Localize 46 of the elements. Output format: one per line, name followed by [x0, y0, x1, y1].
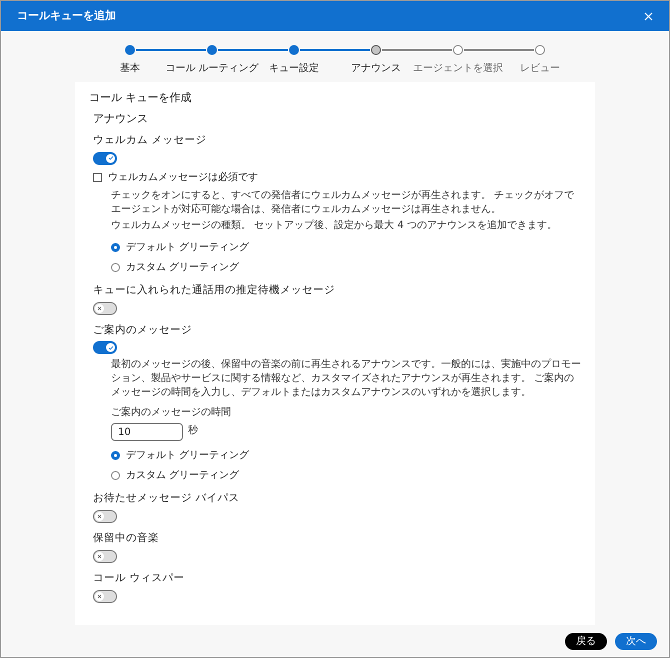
step-label[interactable]: コール ルーティング: [165, 61, 259, 76]
back-button[interactable]: 戻る: [565, 632, 607, 650]
description-text: チェックをオンにすると、すべての発信者にウェルカムメッセージが再生されます。 チェックがオフでエージェントが対応可能な場合は、発信者にウェルカムメッセージは再生されません。: [111, 188, 576, 217]
radio-button[interactable]: [111, 262, 120, 272]
description-text: 最初のメッセージの後、保留中の音楽の前に再生されるアナウンスです。一般的には、実施中のプロモーション、製品やサービスに関する情報など、カスタマイズされたアナウンスが再生されます。 ご案内のメッセージの時間を入力し、デフォルトまたはカスタムアナウンスのいずれかを選択します。: [111, 358, 581, 400]
toggle-switch[interactable]: [93, 510, 117, 523]
next-button[interactable]: 次へ: [615, 632, 657, 650]
step-label[interactable]: レビュー: [520, 61, 560, 76]
check-icon: [108, 155, 114, 162]
radio-button[interactable]: [111, 471, 120, 480]
toggle-switch[interactable]: [93, 152, 117, 165]
x-icon: [97, 514, 102, 519]
step-label[interactable]: 基本: [120, 61, 140, 76]
setting-label: キューに入れられた通話用の推定待機メッセージ: [93, 282, 336, 298]
radio-label: デフォルト グリーティング: [126, 240, 250, 255]
radio-button[interactable]: [111, 242, 120, 252]
check-icon: [108, 344, 114, 351]
section-heading: アナウンス: [93, 110, 149, 126]
setting-label: 保留中の音楽: [93, 531, 160, 546]
toggle-switch[interactable]: [93, 590, 117, 602]
setting-label: お待たせメッセージ バイパス: [93, 491, 240, 506]
setting-label: コール ウィスパー: [93, 570, 186, 586]
setting-label: ウェルカム メッセージ: [93, 133, 208, 148]
radio-button[interactable]: [111, 451, 120, 460]
close-icon[interactable]: [644, 12, 653, 20]
field-label: ご案内のメッセージの時間: [111, 406, 232, 420]
toggle-switch[interactable]: [93, 302, 117, 314]
radio-label: カスタム グリーティング: [126, 260, 240, 275]
checkbox[interactable]: [93, 172, 102, 182]
step-label[interactable]: エージェントを選択: [413, 61, 503, 76]
setting-label: ご案内のメッセージ: [93, 322, 193, 338]
window-title: コールキューを追加: [17, 8, 116, 24]
toggle-switch[interactable]: [93, 341, 117, 354]
duration-field[interactable]: 10: [111, 423, 183, 442]
x-icon: [97, 594, 102, 598]
unit-label: 秒: [188, 424, 198, 438]
x-icon: [97, 554, 102, 559]
step-label[interactable]: アナウンス: [351, 61, 401, 76]
step-label[interactable]: キュー設定: [269, 61, 319, 76]
checkbox-label: ウェルカムメッセージは必須です: [108, 170, 258, 185]
x-icon: [97, 306, 102, 310]
radio-label: デフォルト グリーティング: [126, 449, 250, 464]
form-heading: コール キューを作成: [89, 90, 192, 106]
toggle-switch[interactable]: [93, 550, 117, 563]
radio-label: カスタム グリーティング: [126, 469, 240, 484]
description-text: ウェルカムメッセージの種類。 セットアップ後、設定から最大 4 つのアナウンスを追加できます。: [111, 218, 558, 233]
